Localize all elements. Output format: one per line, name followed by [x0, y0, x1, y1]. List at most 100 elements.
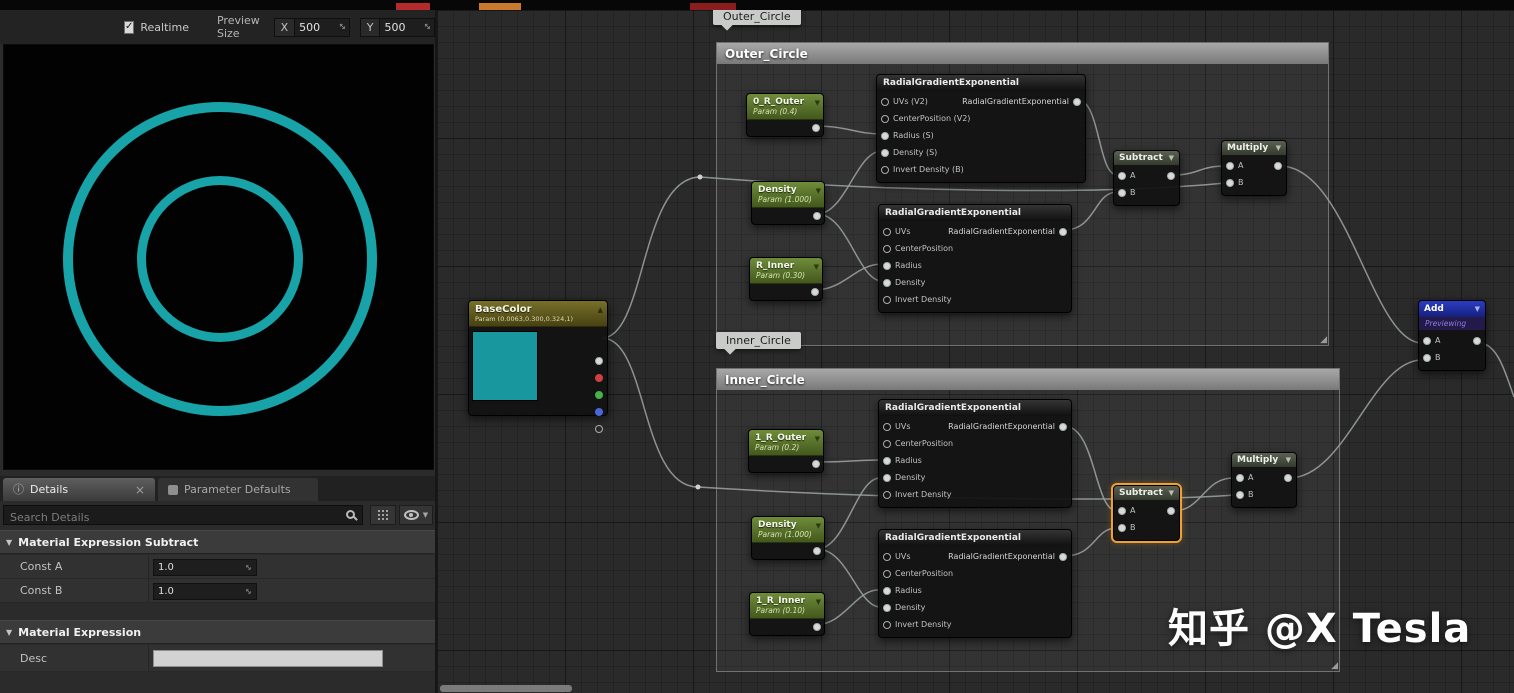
input-pin-centerposition[interactable] [883, 245, 891, 253]
output-pin[interactable] [1274, 162, 1282, 170]
input-pin-uvs[interactable] [883, 423, 891, 431]
node-basecolor-param[interactable]: BaseColor Param (0.0063,0.300,0.324,1) ▲ [468, 300, 608, 416]
comment-bubble-inner[interactable]: Inner_Circle [716, 332, 801, 349]
input-pin-invert-density[interactable] [883, 621, 891, 629]
tab-indicator-maroon[interactable] [690, 3, 736, 10]
collapse-down-icon[interactable]: ▼ [1475, 305, 1480, 313]
search-input[interactable] [4, 509, 333, 527]
input-pin-a[interactable] [1226, 162, 1234, 170]
tab-indicator-orange[interactable] [479, 3, 521, 10]
output-pin[interactable] [813, 547, 821, 555]
output-pin-g[interactable] [595, 391, 603, 399]
tab-details[interactable]: ⓘ Details × [3, 478, 155, 501]
tab-parameter-defaults[interactable]: Parameter Defaults [158, 478, 318, 501]
comment-header[interactable]: Inner_Circle [717, 369, 1339, 390]
input-pin-a[interactable] [1118, 507, 1126, 515]
input-pin-b[interactable] [1236, 491, 1244, 499]
input-pin-b[interactable] [1423, 354, 1431, 362]
search-field[interactable] [3, 505, 363, 525]
output-pin-rgba[interactable] [595, 357, 603, 365]
column-divider[interactable] [148, 579, 149, 602]
close-icon[interactable]: × [135, 483, 145, 497]
comment-header[interactable]: Outer_Circle [717, 43, 1328, 64]
output-pin[interactable] [1167, 507, 1175, 515]
output-pin[interactable] [1167, 172, 1175, 180]
node-subtract-inner-selected[interactable]: Subtract▼ A B [1113, 485, 1180, 541]
visibility-filter-button[interactable]: ▼ [399, 505, 433, 525]
collapse-up-icon[interactable]: ▲ [598, 306, 603, 314]
collapse-down-icon[interactable]: ▼ [1169, 489, 1174, 497]
input-pin-centerposition[interactable] [883, 440, 891, 448]
collapse-down-icon[interactable]: ▼ [816, 522, 821, 530]
node-radial-gradient-inner-bottom[interactable]: RadialGradientExponential UVsRadialGradi… [878, 529, 1072, 638]
const-a-field[interactable]: ↔ [153, 559, 257, 576]
input-pin-radius[interactable] [883, 457, 891, 465]
output-pin[interactable] [1473, 337, 1481, 345]
node-param-0-r-outer[interactable]: 0_R_OuterParam (0.4)▼ [746, 93, 824, 137]
material-preview-viewport[interactable] [3, 44, 434, 470]
preview-size-y-stepper[interactable]: Y ↔ [360, 18, 435, 37]
input-pin-density[interactable] [883, 279, 891, 287]
horizontal-scrollbar[interactable] [440, 685, 572, 692]
view-options-grid-button[interactable] [370, 505, 396, 525]
const-b-field[interactable]: ↔ [153, 583, 257, 600]
input-pin-invert-density[interactable] [883, 296, 891, 304]
input-pin-density[interactable] [883, 474, 891, 482]
node-radial-gradient-inner-top[interactable]: RadialGradientExponential UVsRadialGradi… [878, 399, 1072, 508]
collapse-down-icon[interactable]: ▼ [816, 187, 821, 195]
collapse-down-icon[interactable]: ▼ [815, 99, 820, 107]
input-pin-uvs[interactable] [883, 228, 891, 236]
node-param-1-r-outer[interactable]: 1_R_OuterParam (0.2)▼ [748, 429, 824, 473]
output-pin-a[interactable] [595, 425, 603, 433]
tab-indicator-red[interactable] [396, 3, 430, 10]
output-pin[interactable] [813, 623, 821, 631]
section-material-expression-subtract[interactable]: ▼ Material Expression Subtract [0, 530, 435, 554]
column-divider[interactable] [148, 555, 149, 578]
node-param-density-inner[interactable]: DensityParam (1.000)▼ [751, 516, 825, 560]
input-pin-b[interactable] [1226, 179, 1234, 187]
output-pin[interactable] [1059, 423, 1067, 431]
node-add-previewing[interactable]: Add▼ Previewing A B [1418, 300, 1486, 371]
input-pin-b[interactable] [1118, 189, 1126, 197]
node-param-r-inner[interactable]: R_InnerParam (0.30)▼ [749, 257, 823, 301]
collapse-down-icon[interactable]: ▼ [1276, 144, 1281, 152]
output-pin[interactable] [1284, 474, 1292, 482]
output-pin[interactable] [1073, 98, 1081, 106]
input-pin-density[interactable] [883, 604, 891, 612]
node-param-density-outer[interactable]: DensityParam (1.000)▼ [751, 181, 825, 225]
section-material-expression[interactable]: ▼ Material Expression [0, 620, 435, 644]
input-pin-radius[interactable] [883, 587, 891, 595]
node-multiply-inner[interactable]: Multiply▼ A B [1231, 452, 1297, 508]
node-header[interactable]: BaseColor Param (0.0063,0.300,0.324,1) ▲ [469, 301, 607, 327]
output-pin[interactable] [811, 288, 819, 296]
resize-grip-icon[interactable]: ◢ [1331, 662, 1338, 671]
const-b-input[interactable] [154, 584, 238, 599]
output-pin[interactable] [1059, 228, 1067, 236]
collapse-down-icon[interactable]: ▼ [1286, 456, 1291, 464]
input-pin-b[interactable] [1118, 524, 1126, 532]
node-subtract-outer[interactable]: Subtract▼ A B [1113, 150, 1180, 206]
input-pin-centerposition[interactable] [881, 115, 889, 123]
input-pin-centerposition[interactable] [883, 570, 891, 578]
input-pin-radius[interactable] [881, 132, 889, 140]
node-multiply-outer[interactable]: Multiply▼ A B [1221, 140, 1287, 196]
const-a-input[interactable] [154, 560, 238, 575]
realtime-checkbox[interactable]: ✓ [124, 21, 134, 34]
input-pin-a[interactable] [1423, 337, 1431, 345]
comment-bubble-outer[interactable]: Outer_Circle [713, 8, 801, 25]
column-divider[interactable] [148, 645, 149, 671]
output-pin-r[interactable] [595, 374, 603, 382]
preview-size-x-input[interactable] [295, 21, 335, 34]
input-pin-uvs[interactable] [883, 553, 891, 561]
node-radial-gradient-outer-top[interactable]: RadialGradientExponential UVs (V2)Radial… [876, 74, 1086, 183]
output-pin-b[interactable] [595, 408, 603, 416]
node-param-1-r-inner[interactable]: 1_R_InnerParam (0.10)▼ [749, 592, 825, 636]
output-pin[interactable] [813, 212, 821, 220]
input-pin-invert-density[interactable] [883, 491, 891, 499]
collapse-down-icon[interactable]: ▼ [816, 598, 821, 606]
preview-size-x-stepper[interactable]: X ↔ [274, 18, 350, 37]
input-pin-a[interactable] [1236, 474, 1244, 482]
input-pin-density[interactable] [881, 149, 889, 157]
node-radial-gradient-outer-bottom[interactable]: RadialGradientExponential UVsRadialGradi… [878, 204, 1072, 313]
resize-grip-icon[interactable]: ◢ [1320, 336, 1327, 345]
